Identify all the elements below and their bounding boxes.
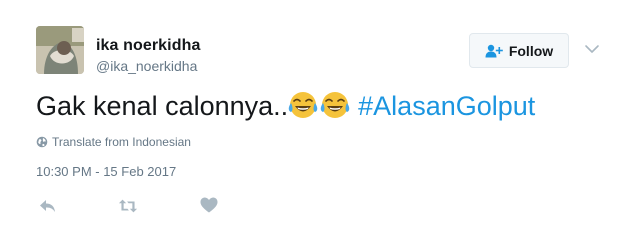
heart-icon[interactable] [199, 196, 219, 214]
follow-button[interactable]: Follow [469, 33, 569, 68]
translate-link[interactable]: Translate from Indonesian [36, 135, 191, 149]
user-fullname[interactable]: ika noerkidha [96, 36, 200, 56]
tears-of-joy-emoji-icon [288, 92, 318, 118]
user-info: ika noerkidha @ika_noerkidha [96, 36, 200, 75]
translate-label: Translate from Indonesian [52, 135, 191, 149]
tweet-text: Gak kenal calonnya.. #AlasanGolput [36, 88, 535, 124]
tweet-card: ika noerkidha @ika_noerkidha Follow Gak … [0, 0, 633, 241]
reply-icon[interactable] [38, 197, 58, 215]
globe-icon [36, 136, 48, 148]
tweet-body: Gak kenal calonnya.. [36, 91, 289, 121]
avatar[interactable] [36, 26, 84, 74]
add-user-icon [485, 44, 503, 57]
user-handle[interactable]: @ika_noerkidha [96, 57, 200, 75]
tweet-timestamp[interactable]: 10:30 PM - 15 Feb 2017 [36, 164, 176, 179]
chevron-down-icon[interactable] [584, 42, 600, 56]
tears-of-joy-emoji-icon [320, 92, 350, 118]
hashtag-link[interactable]: #AlasanGolput [358, 91, 535, 121]
follow-button-label: Follow [508, 42, 554, 59]
retweet-icon[interactable] [118, 197, 138, 215]
